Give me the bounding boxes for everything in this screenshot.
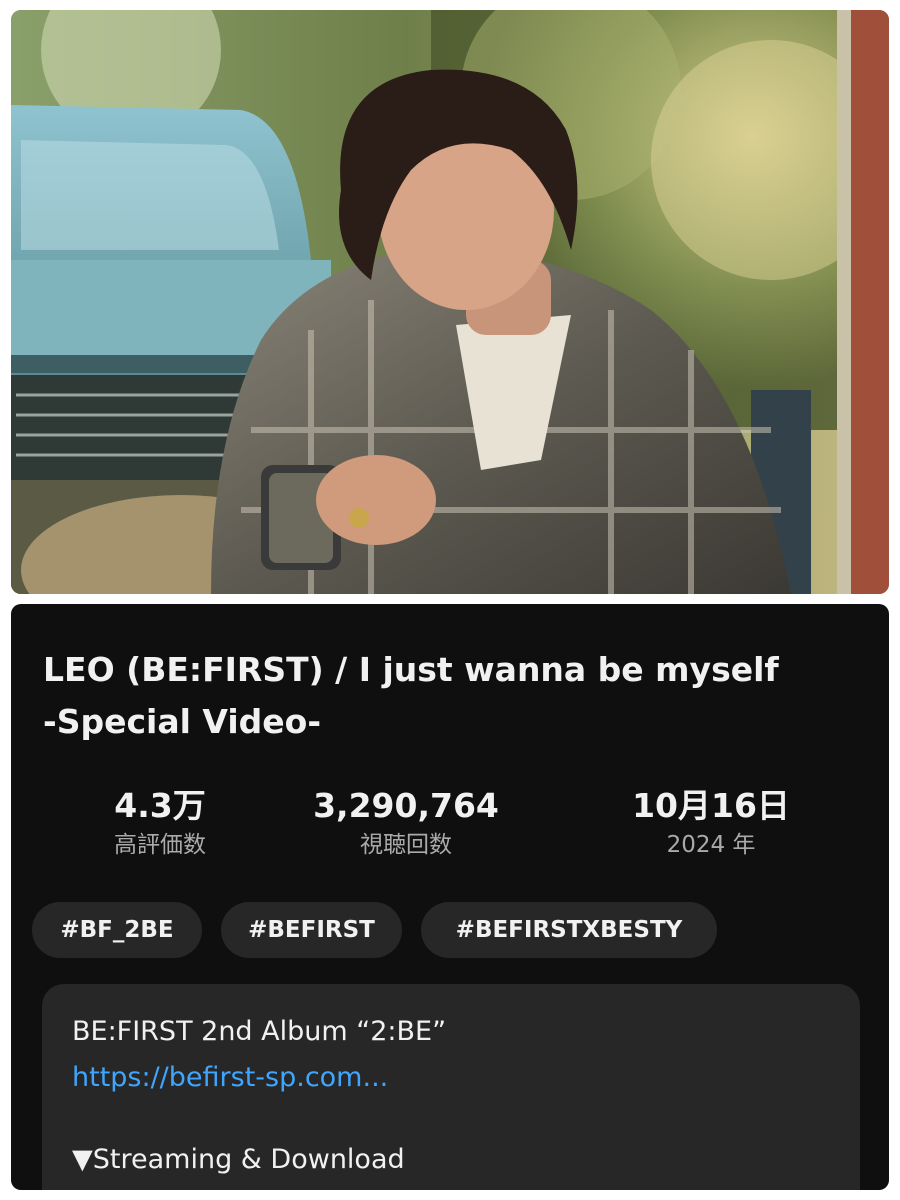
publish-year: 2024 年: [666, 832, 756, 858]
views-count: 3,290,764: [313, 786, 499, 825]
description-link[interactable]: https://befirst-sp.com...: [72, 1060, 388, 1096]
video-still-illustration: [11, 10, 889, 594]
likes-count: 4.3万: [114, 786, 206, 825]
views-label: 視聴回数: [360, 832, 452, 858]
hashtag-chip-bf-2be[interactable]: #BF_2BE: [32, 902, 202, 958]
video-thumbnail[interactable]: [11, 10, 889, 594]
publish-date: 10月16日: [632, 786, 790, 825]
video-stats: 4.3万 高評価数 3,290,764 視聴回数 10月16日 2024 年: [11, 784, 889, 874]
video-title-line-2: -Special Video-: [43, 702, 322, 741]
publish-date-stat: 10月16日 2024 年: [596, 784, 826, 862]
description-album-line: BE:FIRST 2nd Album “2:BE”: [72, 1016, 447, 1047]
likes-stat: 4.3万 高評価数: [55, 784, 265, 862]
screenshot-frame: LEO (BE:FIRST) / I just wanna be myself …: [0, 0, 900, 1200]
description-box[interactable]: BE:FIRST 2nd Album “2:BE” https://befirs…: [42, 984, 860, 1190]
views-stat: 3,290,764 視聴回数: [291, 784, 521, 862]
hashtag-chip-befirstxbesty[interactable]: #BEFIRSTXBESTY: [421, 902, 717, 958]
likes-label: 高評価数: [114, 832, 206, 858]
hashtag-chip-befirst[interactable]: #BEFIRST: [221, 902, 402, 958]
video-title[interactable]: LEO (BE:FIRST) / I just wanna be myself …: [43, 644, 863, 748]
video-info-panel: LEO (BE:FIRST) / I just wanna be myself …: [11, 604, 889, 1190]
description-streaming-line: ▼Streaming & Download: [72, 1144, 405, 1175]
video-title-line-1: LEO (BE:FIRST) / I just wanna be myself: [43, 650, 779, 689]
